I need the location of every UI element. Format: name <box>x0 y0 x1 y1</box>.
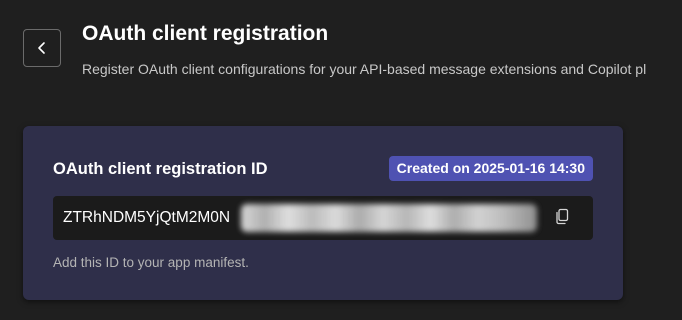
page-subtitle: Register OAuth client configurations for… <box>82 61 647 77</box>
registration-card: OAuth client registration ID Created on … <box>23 126 623 300</box>
card-title: OAuth client registration ID <box>53 160 268 178</box>
registration-id-field[interactable]: ZTRhNDM5YjQtM2M0N <box>53 196 593 240</box>
created-date-badge: Created on 2025-01-16 14:30 <box>388 156 593 181</box>
registration-id-text: ZTRhNDM5YjQtM2M0N <box>63 209 231 226</box>
helper-text: Add this ID to your app manifest. <box>53 255 249 270</box>
redacted-id-blur <box>241 204 537 232</box>
copy-icon <box>553 207 571 230</box>
page-title: OAuth client registration <box>82 22 329 45</box>
copy-button[interactable] <box>551 207 573 229</box>
chevron-left-icon <box>35 41 49 55</box>
back-button[interactable] <box>23 29 61 67</box>
